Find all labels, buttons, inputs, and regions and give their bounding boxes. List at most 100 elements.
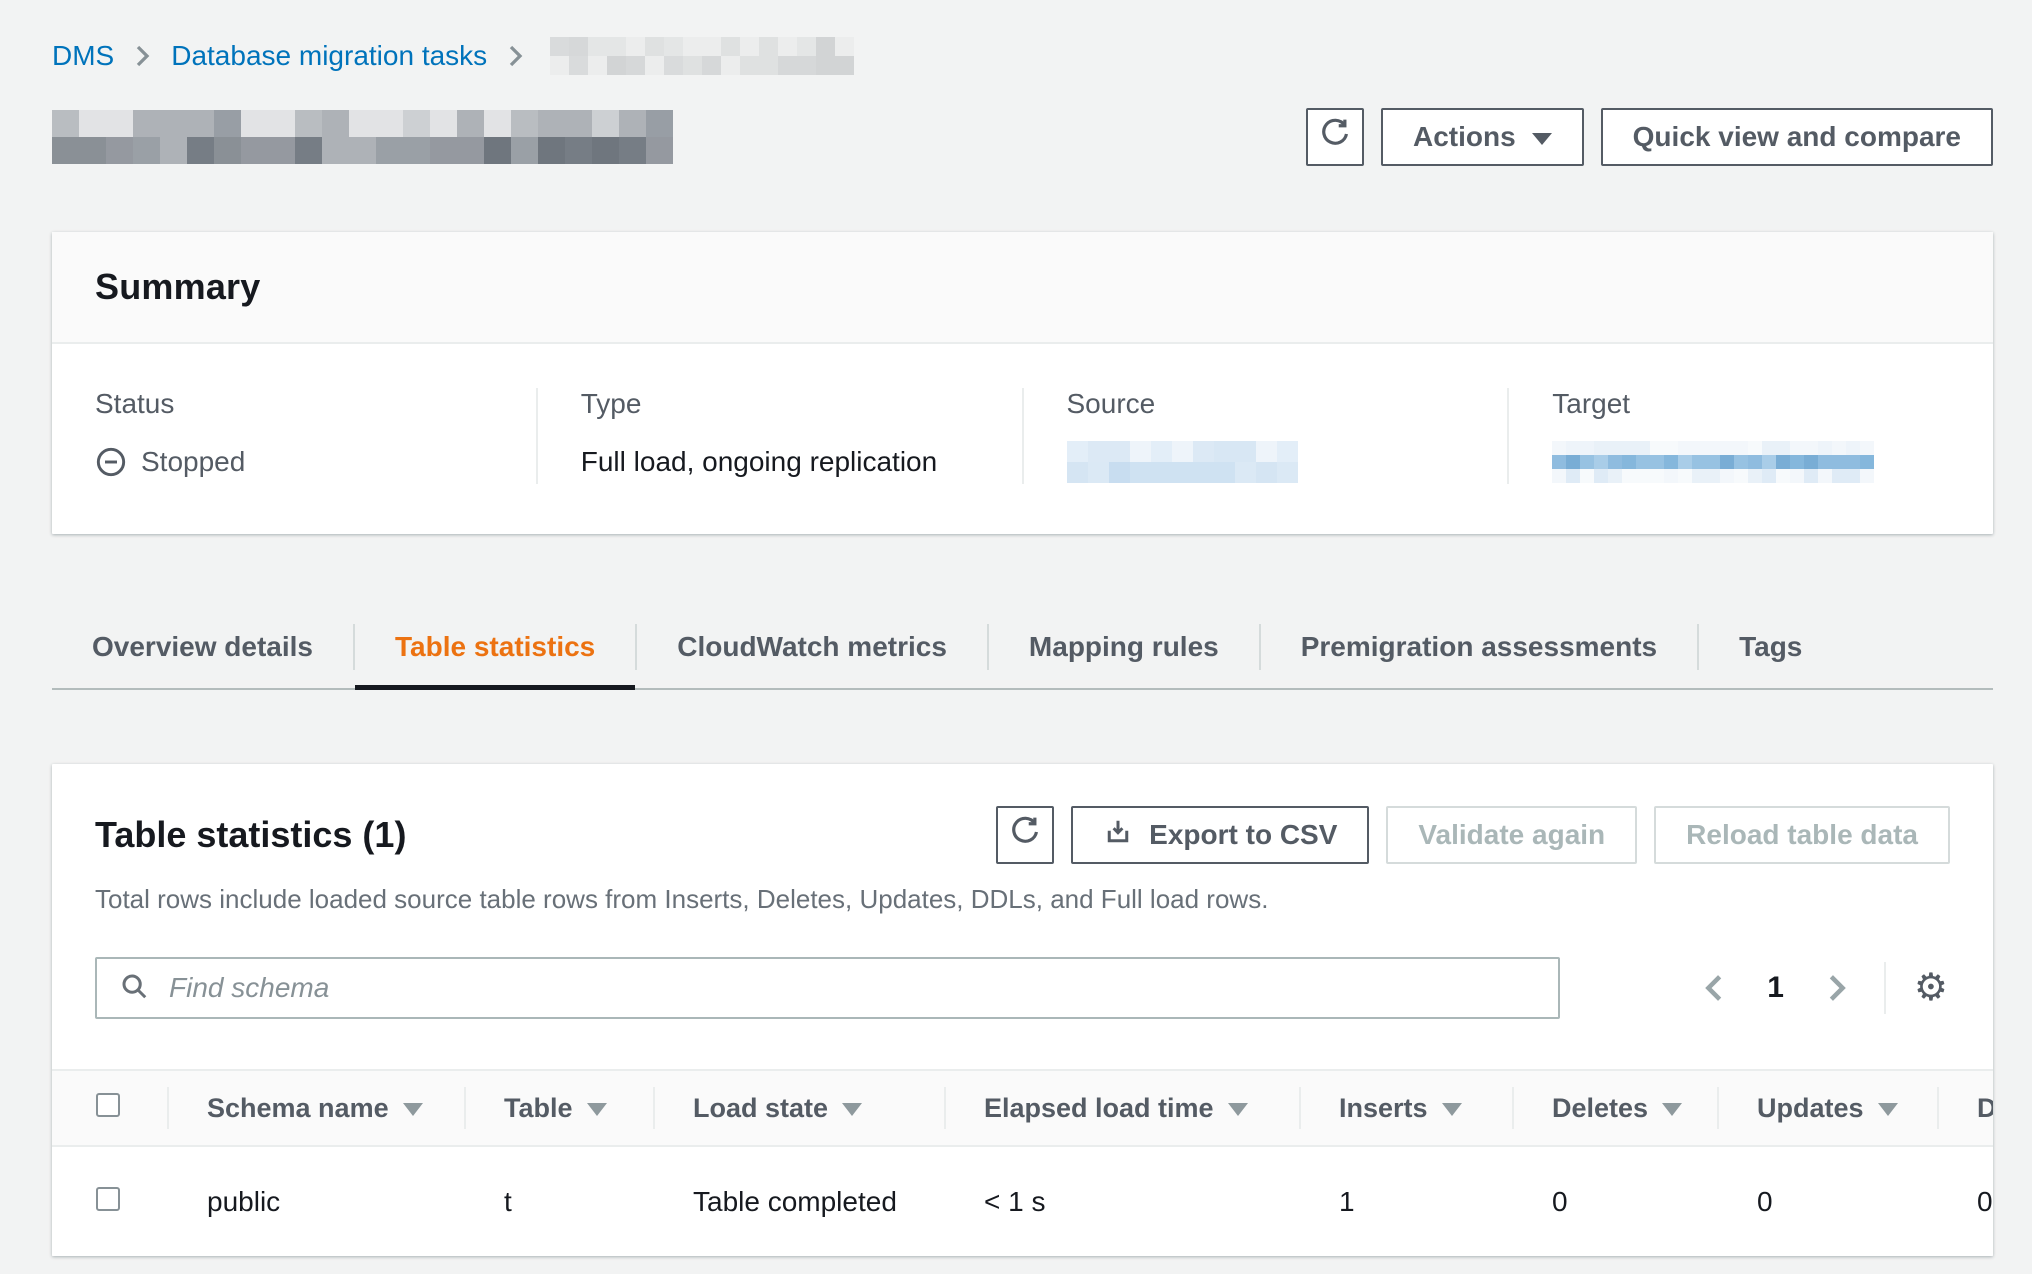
redacted-pixel <box>133 137 160 164</box>
column-header-label: Deletes <box>1552 1093 1648 1123</box>
reload-table-data-label: Reload table data <box>1686 819 1918 851</box>
previous-page-button[interactable] <box>1697 967 1731 1009</box>
redacted-pixel <box>835 56 854 75</box>
tab-premigration-assessments[interactable]: Premigration assessments <box>1261 606 1697 688</box>
tab-label: Overview details <box>92 631 313 663</box>
redacted-pixel <box>349 110 376 137</box>
redacted-pixel <box>322 137 349 164</box>
tab-overview-details[interactable]: Overview details <box>52 606 353 688</box>
column-header-updates[interactable]: Updates <box>1717 1070 1937 1146</box>
next-page-button[interactable] <box>1820 967 1854 1009</box>
table-filter-row: 1 ⚙ <box>52 957 1993 1019</box>
redacted-pixel <box>702 37 721 56</box>
refresh-button[interactable] <box>1306 108 1364 166</box>
breadcrumb-link-tasks[interactable]: Database migration tasks <box>171 40 487 72</box>
column-header-deletes[interactable]: Deletes <box>1512 1070 1717 1146</box>
dms-task-page: DMS Database migration tasks Actions Qui… <box>0 0 2032 1274</box>
redacted-pixel <box>797 37 816 56</box>
summary-field-target: Target <box>1509 388 1993 484</box>
redacted-pixel <box>565 137 592 164</box>
column-header-label: Load state <box>693 1093 828 1123</box>
cell-schema-name: public <box>167 1146 464 1256</box>
page-header: Actions Quick view and compare <box>52 102 1993 172</box>
page-header-actions: Actions Quick view and compare <box>1306 108 1993 166</box>
schema-search-input[interactable] <box>167 971 1536 1005</box>
schema-search-box <box>95 957 1560 1019</box>
select-all-checkbox[interactable] <box>96 1093 120 1117</box>
table-statistics-description: Total rows include loaded source table r… <box>95 884 1950 915</box>
redacted-pixel <box>295 137 322 164</box>
row-checkbox[interactable] <box>96 1187 120 1211</box>
redacted-pixel <box>214 137 241 164</box>
tab-cloudwatch-metrics[interactable]: CloudWatch metrics <box>637 606 987 688</box>
table-statistics-table: Schema nameTable Load state Elapsed load t… <box>52 1069 1993 1256</box>
breadcrumb-chevron-icon <box>507 44 524 68</box>
table-row: publictTable completed< 1 s1000 <box>52 1146 1993 1256</box>
column-header-inserts[interactable]: Inserts <box>1299 1070 1512 1146</box>
cell-elapsed-load-time: < 1 s <box>944 1146 1299 1256</box>
field-value <box>1067 440 1478 484</box>
redacted-pixel <box>588 56 607 75</box>
tab-table-statistics[interactable]: Table statistics <box>355 606 635 688</box>
tab-tags[interactable]: Tags <box>1699 606 1842 688</box>
validate-again-button[interactable]: Validate again <box>1386 806 1637 864</box>
redacted-pixel <box>721 56 740 75</box>
field-label: Type <box>581 388 992 420</box>
refresh-icon <box>1009 816 1041 855</box>
column-header-table[interactable]: Table <box>464 1070 653 1146</box>
summary-title: Summary <box>95 266 1950 308</box>
field-value <box>1552 440 1963 484</box>
table-refresh-button[interactable] <box>996 806 1054 864</box>
field-value: Stopped <box>95 440 506 484</box>
redacted-pixel <box>645 37 664 56</box>
reload-table-data-button[interactable]: Reload table data <box>1654 806 1950 864</box>
actions-button-label: Actions <box>1413 121 1516 153</box>
breadcrumb: DMS Database migration tasks <box>52 36 1993 76</box>
tab-mapping-rules[interactable]: Mapping rules <box>989 606 1259 688</box>
breadcrumb-link-dms[interactable]: DMS <box>52 40 114 72</box>
redacted-pixel <box>187 137 214 164</box>
sort-arrow-icon <box>587 1103 607 1116</box>
redacted-pixel <box>721 37 740 56</box>
column-header-d[interactable]: D <box>1937 1070 1993 1146</box>
column-header-elapsed-load-time[interactable]: Elapsed load time <box>944 1070 1299 1146</box>
actions-button[interactable]: Actions <box>1381 108 1584 166</box>
redacted-pixel <box>759 56 778 75</box>
redacted-pixel <box>376 110 403 137</box>
redacted-pixel <box>619 137 646 164</box>
export-to-csv-label: Export to CSV <box>1149 819 1337 851</box>
redacted-pixel <box>619 110 646 137</box>
column-header-label: Inserts <box>1339 1093 1428 1123</box>
tab-label: Table statistics <box>395 631 595 663</box>
redacted-pixel <box>646 110 673 137</box>
field-label: Target <box>1552 388 1963 420</box>
redacted-pixel <box>592 137 619 164</box>
sort-arrow-icon <box>403 1103 423 1116</box>
table-statistics-title: Table statistics (1) <box>95 814 406 856</box>
export-to-csv-button[interactable]: Export to CSV <box>1071 806 1369 864</box>
redacted-pixel <box>511 137 538 164</box>
field-label: Status <box>95 388 506 420</box>
column-header-load-state[interactable]: Load state <box>653 1070 944 1146</box>
redacted-pixel <box>349 137 376 164</box>
redacted-pixel <box>702 56 721 75</box>
redacted-pixel <box>538 110 565 137</box>
redacted-pixel <box>607 56 626 75</box>
column-header-schema-name[interactable]: Schema name <box>167 1070 464 1146</box>
preferences-gear-icon[interactable]: ⚙ <box>1912 967 1950 1009</box>
quick-view-compare-button[interactable]: Quick view and compare <box>1601 108 1993 166</box>
table-statistics-header: Table statistics (1) Export to CSV <box>52 764 1993 915</box>
tab-label: Premigration assessments <box>1301 631 1657 663</box>
table-statistics-card: Table statistics (1) Export to CSV <box>52 764 1993 1256</box>
summary-body: Status Stopped Type Full load, ongoing repl… <box>52 344 1993 534</box>
redacted-pixel <box>816 56 835 75</box>
refresh-icon <box>1319 118 1351 157</box>
cell-inserts: 1 <box>1299 1146 1512 1256</box>
redacted-pixel <box>430 137 457 164</box>
tab-bar: Overview details Table statistics CloudWat… <box>52 606 1993 690</box>
redacted-pixel <box>376 137 403 164</box>
field-value: Full load, ongoing replication <box>581 440 992 484</box>
redacted-pixel <box>797 56 816 75</box>
current-page-number[interactable]: 1 <box>1767 971 1784 1005</box>
tab-label: CloudWatch metrics <box>677 631 947 663</box>
